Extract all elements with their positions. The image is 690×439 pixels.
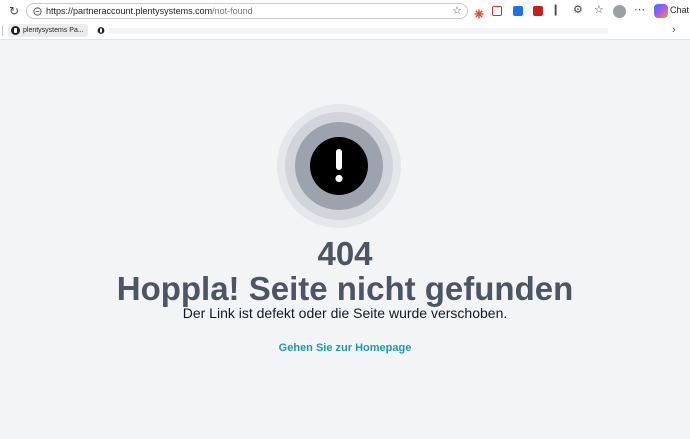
bookmark-label: plentysystems Pa... [23, 27, 84, 34]
error-title: Hoppla! Seite nicht gefunden [116, 270, 574, 307]
copilot-icon[interactable] [654, 4, 668, 18]
error-page: 404 Hoppla! Seite nicht gefunden Der Lin… [0, 40, 690, 439]
extensions-puzzle-icon[interactable]: ⚙ [573, 4, 583, 17]
chat-button[interactable]: Chat [670, 4, 689, 17]
address-toolbar: ↻ https://partneraccount.plentysystems.c… [0, 0, 690, 22]
extensions-icon[interactable]: ❙ [551, 4, 560, 17]
bookmark-star-icon[interactable]: ☆ [452, 5, 462, 18]
bookmark-plenty-icon[interactable] [97, 26, 105, 35]
browser-window: ↻ https://partneraccount.plentysystems.c… [0, 0, 690, 439]
error-message: Der Link ist defekt oder die Seite wurde… [182, 305, 508, 321]
url-host: https://partneraccount.plentysystems.com [46, 6, 213, 16]
error-code: 404 [317, 235, 373, 272]
chevron-right-icon[interactable]: › [672, 24, 676, 37]
extension-asterisk-icon[interactable] [474, 6, 484, 19]
favorites-icon[interactable]: ☆ [594, 4, 604, 17]
extension-blue-icon[interactable] [513, 6, 523, 16]
bookmarks-bar: plentysystems Pa... › [0, 22, 690, 40]
exclamation-icon [277, 104, 401, 228]
more-menu-icon[interactable]: ⋯ [634, 4, 645, 17]
profile-avatar[interactable] [613, 5, 626, 18]
bookmark-item-plentysystems[interactable]: plentysystems Pa... [8, 24, 88, 37]
reload-icon[interactable]: ↻ [8, 5, 20, 17]
homepage-link[interactable]: Gehen Sie zur Homepage [0, 341, 690, 355]
url-path: /not-found [212, 6, 253, 16]
site-info-icon[interactable] [33, 7, 42, 16]
url-text[interactable]: https://partneraccount.plentysystems.com… [46, 5, 253, 18]
bookmarks-divider [2, 26, 3, 36]
extension-red-icon[interactable] [492, 6, 502, 16]
bookmarks-overflow-strip [108, 28, 608, 34]
extension-badge-icon[interactable] [533, 6, 543, 16]
plentysystems-logo-icon [11, 26, 20, 35]
address-bar[interactable]: https://partneraccount.plentysystems.com… [26, 3, 468, 19]
